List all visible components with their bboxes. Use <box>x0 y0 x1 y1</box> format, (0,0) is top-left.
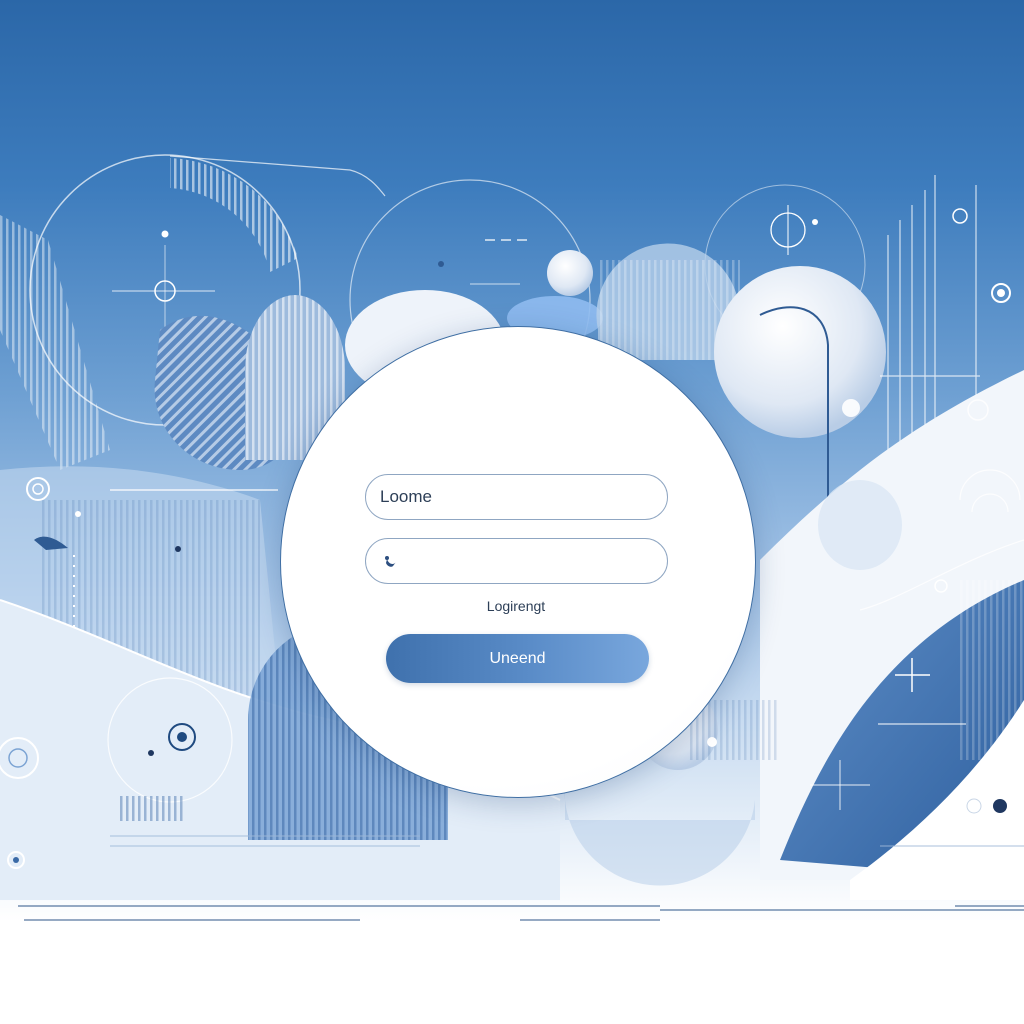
striped-arc <box>0 215 110 470</box>
username-field[interactable] <box>365 474 668 520</box>
striped-arc <box>170 158 298 272</box>
username-input[interactable] <box>380 487 667 507</box>
submit-button[interactable]: Uneend <box>386 634 649 683</box>
key-icon <box>380 550 402 572</box>
login-page: Logirengt Uneend <box>0 0 1024 1024</box>
password-input[interactable] <box>408 551 667 571</box>
large-sphere <box>714 266 886 438</box>
forgot-login-link[interactable]: Logirengt <box>440 598 592 614</box>
password-field[interactable] <box>365 538 668 584</box>
small-sphere <box>547 250 593 296</box>
